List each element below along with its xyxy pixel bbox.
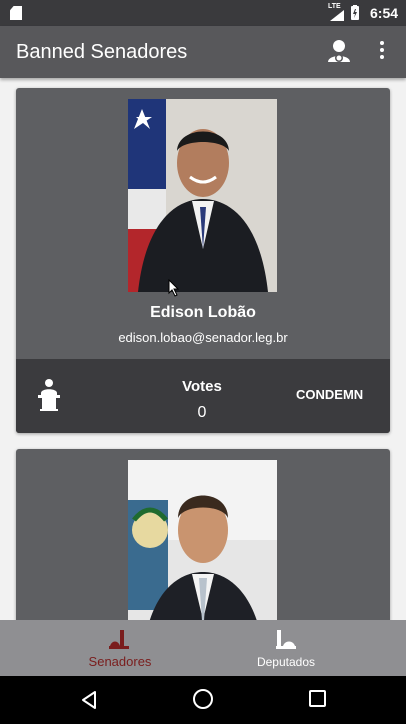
senador-card[interactable] bbox=[16, 449, 390, 620]
senador-card[interactable]: Edison Lobão edison.lobao@senador.leg.br… bbox=[16, 88, 390, 433]
status-bar: LTE 6:54 bbox=[0, 0, 406, 26]
network-type: LTE bbox=[328, 3, 341, 10]
votes-label: Votes bbox=[182, 378, 222, 395]
senate-icon bbox=[108, 628, 130, 650]
system-nav-bar bbox=[0, 676, 406, 724]
home-icon[interactable] bbox=[193, 689, 213, 709]
mouse-cursor-icon bbox=[168, 279, 180, 297]
senador-photo bbox=[128, 460, 277, 620]
votes-count: 0 bbox=[197, 404, 207, 421]
tab-senadores[interactable]: Senadores bbox=[0, 620, 203, 676]
chamber-icon bbox=[275, 628, 297, 650]
senador-email[interactable]: edison.lobao@senador.leg.br bbox=[16, 330, 390, 345]
sd-card-icon bbox=[10, 6, 22, 20]
senadores-list[interactable]: Edison Lobão edison.lobao@senador.leg.br… bbox=[0, 78, 406, 620]
app-bar: Banned Senadores bbox=[0, 26, 406, 78]
bottom-nav: Senadores Deputados bbox=[0, 620, 406, 676]
recents-icon[interactable] bbox=[309, 690, 326, 707]
vote-bar: Votes 0 CONDEMN bbox=[16, 359, 390, 433]
clock: 6:54 bbox=[370, 5, 399, 21]
senador-name: Edison Lobão bbox=[150, 304, 256, 321]
tab-deputados-label: Deputados bbox=[256, 655, 316, 669]
senador-photo bbox=[128, 99, 277, 292]
condemn-button[interactable]: CONDEMN bbox=[296, 387, 363, 402]
signal-icon bbox=[330, 10, 344, 21]
more-vert-icon[interactable] bbox=[378, 41, 386, 63]
battery-icon bbox=[350, 5, 360, 21]
page-title: Banned Senadores bbox=[16, 41, 188, 63]
tab-deputados[interactable]: Deputados bbox=[203, 620, 406, 676]
podium-icon bbox=[38, 379, 60, 411]
back-icon[interactable] bbox=[80, 690, 100, 710]
account-icon[interactable] bbox=[326, 38, 352, 64]
